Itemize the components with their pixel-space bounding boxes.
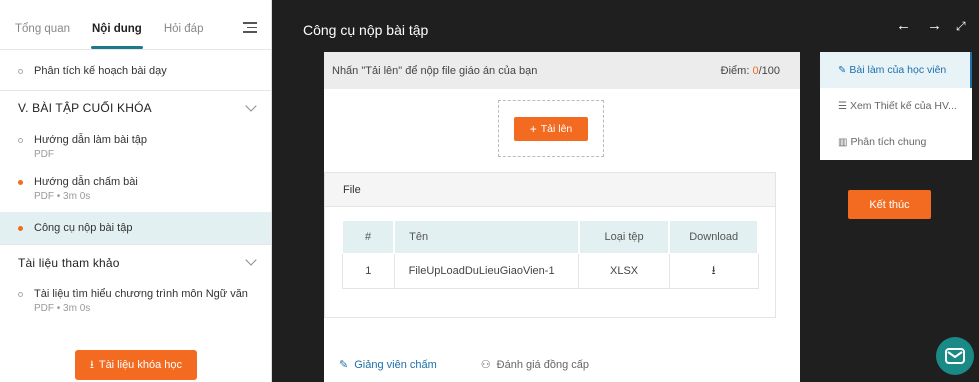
lesson-item[interactable]: Phân tích kế hoạch bài dạy bbox=[0, 50, 271, 90]
peer-review-link[interactable]: ⚇ Đánh giá đồng cấp bbox=[481, 358, 589, 371]
expand-icon[interactable]: ⤢ bbox=[956, 19, 966, 34]
upload-label: Tải lên bbox=[540, 122, 573, 135]
tab-qa[interactable]: Hỏi đáp bbox=[153, 23, 215, 49]
section-title: Tài liệu tham khảo bbox=[18, 255, 120, 270]
file-type: XLSX bbox=[578, 253, 670, 289]
section-header-final-exercise[interactable]: V. BÀI TẬP CUỐI KHÓA bbox=[0, 90, 271, 124]
section-title: V. BÀI TẬP CUỐI KHÓA bbox=[18, 100, 152, 115]
table-header-row: # Tên Loại tệp Download bbox=[342, 220, 759, 254]
download-icon[interactable]: ⭳ bbox=[712, 263, 716, 277]
score-label: Điểm: bbox=[720, 64, 753, 77]
menu-item-student-work[interactable]: ✎ Bài làm của học viên bbox=[820, 52, 972, 88]
row-index: 1 bbox=[342, 253, 395, 289]
plus-icon: + bbox=[529, 121, 537, 136]
lesson-status-icon bbox=[18, 292, 23, 297]
menu-item-label: Bài làm của học viên bbox=[849, 64, 947, 76]
file-card-title: File bbox=[325, 173, 775, 207]
bar-chart-icon: ▥ bbox=[838, 136, 848, 148]
chat-button[interactable] bbox=[936, 337, 974, 375]
download-cell: ⭳ bbox=[668, 253, 759, 289]
lesson-status-icon bbox=[18, 226, 23, 231]
menu-item-analysis[interactable]: ▥ Phân tích chung bbox=[820, 124, 972, 160]
grading-links: ✎ Giảng viên chấm ⚇ Đánh giá đồng cấp bbox=[339, 358, 589, 371]
users-icon: ⚇ bbox=[480, 359, 491, 371]
tab-content[interactable]: Nội dung bbox=[81, 23, 153, 49]
col-header-name: Tên bbox=[393, 220, 580, 254]
course-sidebar: Tổng quan Nội dung Hỏi đáp Phân tích kế … bbox=[0, 0, 272, 382]
menu-item-label: Phân tích chung bbox=[850, 136, 927, 148]
page-title: Công cụ nộp bài tập bbox=[303, 22, 429, 38]
menu-item-view-designs[interactable]: ☰ Xem Thiết kế của HV... bbox=[820, 88, 972, 124]
pencil-icon: ✎ bbox=[838, 64, 847, 76]
submission-panel: Nhấn "Tải lên" để nộp file giáo án của b… bbox=[324, 52, 800, 382]
download-icon: ⭳ bbox=[89, 358, 94, 371]
lesson-item[interactable]: Hướng dẫn chấm bài PDF • 3m 0s bbox=[0, 170, 271, 212]
file-card: File # Tên Loại tệp Download 1 FileUpLoa… bbox=[324, 172, 776, 318]
lesson-status-icon bbox=[18, 69, 23, 74]
lesson-item[interactable]: Tài liệu tìm hiểu chương trình môn Ngữ v… bbox=[0, 280, 271, 326]
lesson-status-icon bbox=[18, 180, 23, 185]
tab-overview[interactable]: Tổng quan bbox=[4, 23, 81, 49]
table-row: 1 FileUpLoadDuLieuGiaoVien-1 XLSX ⭳ bbox=[342, 253, 759, 289]
col-header-download: Download bbox=[668, 220, 759, 254]
lesson-title: Hướng dẫn chấm bài bbox=[34, 176, 138, 188]
lesson-meta: PDF bbox=[34, 149, 54, 160]
panel-header: Nhấn "Tải lên" để nộp file giáo án của b… bbox=[324, 52, 800, 89]
chevron-down-icon[interactable] bbox=[245, 254, 257, 266]
file-name: FileUpLoadDuLieuGiaoVien-1 bbox=[393, 253, 580, 289]
score: Điểm: 0/100 bbox=[721, 65, 780, 77]
collapse-menu-icon[interactable] bbox=[243, 22, 259, 34]
lesson-item-active[interactable]: Công cụ nộp bài tập bbox=[0, 212, 271, 244]
file-table: # Tên Loại tệp Download 1 FileUpLoadDuLi… bbox=[342, 220, 759, 289]
lesson-item[interactable]: Hướng dẫn làm bài tập PDF bbox=[0, 124, 271, 170]
chevron-down-icon[interactable] bbox=[245, 100, 257, 112]
arrow-right-icon[interactable]: → bbox=[927, 17, 942, 34]
review-menu: ✎ Bài làm của học viên ☰ Xem Thiết kế củ… bbox=[820, 52, 972, 160]
lesson-meta: PDF • 3m 0s bbox=[34, 303, 91, 314]
course-documents-button[interactable]: ⭳ Tài liệu khóa học bbox=[75, 350, 197, 380]
arrow-left-icon[interactable]: ← bbox=[896, 17, 911, 34]
pencil-icon: ✎ bbox=[339, 359, 349, 371]
instructor-grading-label: Giảng viên chấm bbox=[354, 359, 437, 371]
lesson-title: Công cụ nộp bài tập bbox=[34, 222, 133, 234]
instructor-grading-link[interactable]: ✎ Giảng viên chấm bbox=[339, 358, 437, 371]
upload-button[interactable]: + Tải lên bbox=[514, 116, 588, 141]
mail-icon bbox=[945, 348, 965, 364]
lesson-meta: PDF • 3m 0s bbox=[34, 191, 91, 202]
lesson-title: Hướng dẫn làm bài tập bbox=[34, 134, 148, 146]
col-header-type: Loại tệp bbox=[578, 220, 671, 254]
lesson-title: Tài liệu tìm hiểu chương trình môn Ngữ v… bbox=[34, 288, 248, 300]
section-header-references[interactable]: Tài liệu tham khảo bbox=[0, 244, 271, 280]
upload-dropzone[interactable]: + Tải lên bbox=[498, 100, 604, 157]
peer-review-label: Đánh giá đồng cấp bbox=[496, 359, 589, 371]
course-documents-label: Tài liệu khóa học bbox=[98, 359, 183, 371]
upload-instruction: Nhấn "Tải lên" để nộp file giáo án của b… bbox=[332, 64, 538, 77]
lesson-title: Phân tích kế hoạch bài dạy bbox=[34, 65, 167, 77]
lesson-status-icon bbox=[18, 138, 23, 143]
menu-item-label: Xem Thiết kế của HV... bbox=[849, 100, 957, 112]
list-icon: ☰ bbox=[838, 100, 847, 112]
col-header-index: # bbox=[342, 220, 396, 254]
sidebar-tabs: Tổng quan Nội dung Hỏi đáp bbox=[0, 0, 271, 50]
score-max: /100 bbox=[758, 64, 780, 77]
finish-button[interactable]: Kết thúc bbox=[848, 190, 931, 219]
